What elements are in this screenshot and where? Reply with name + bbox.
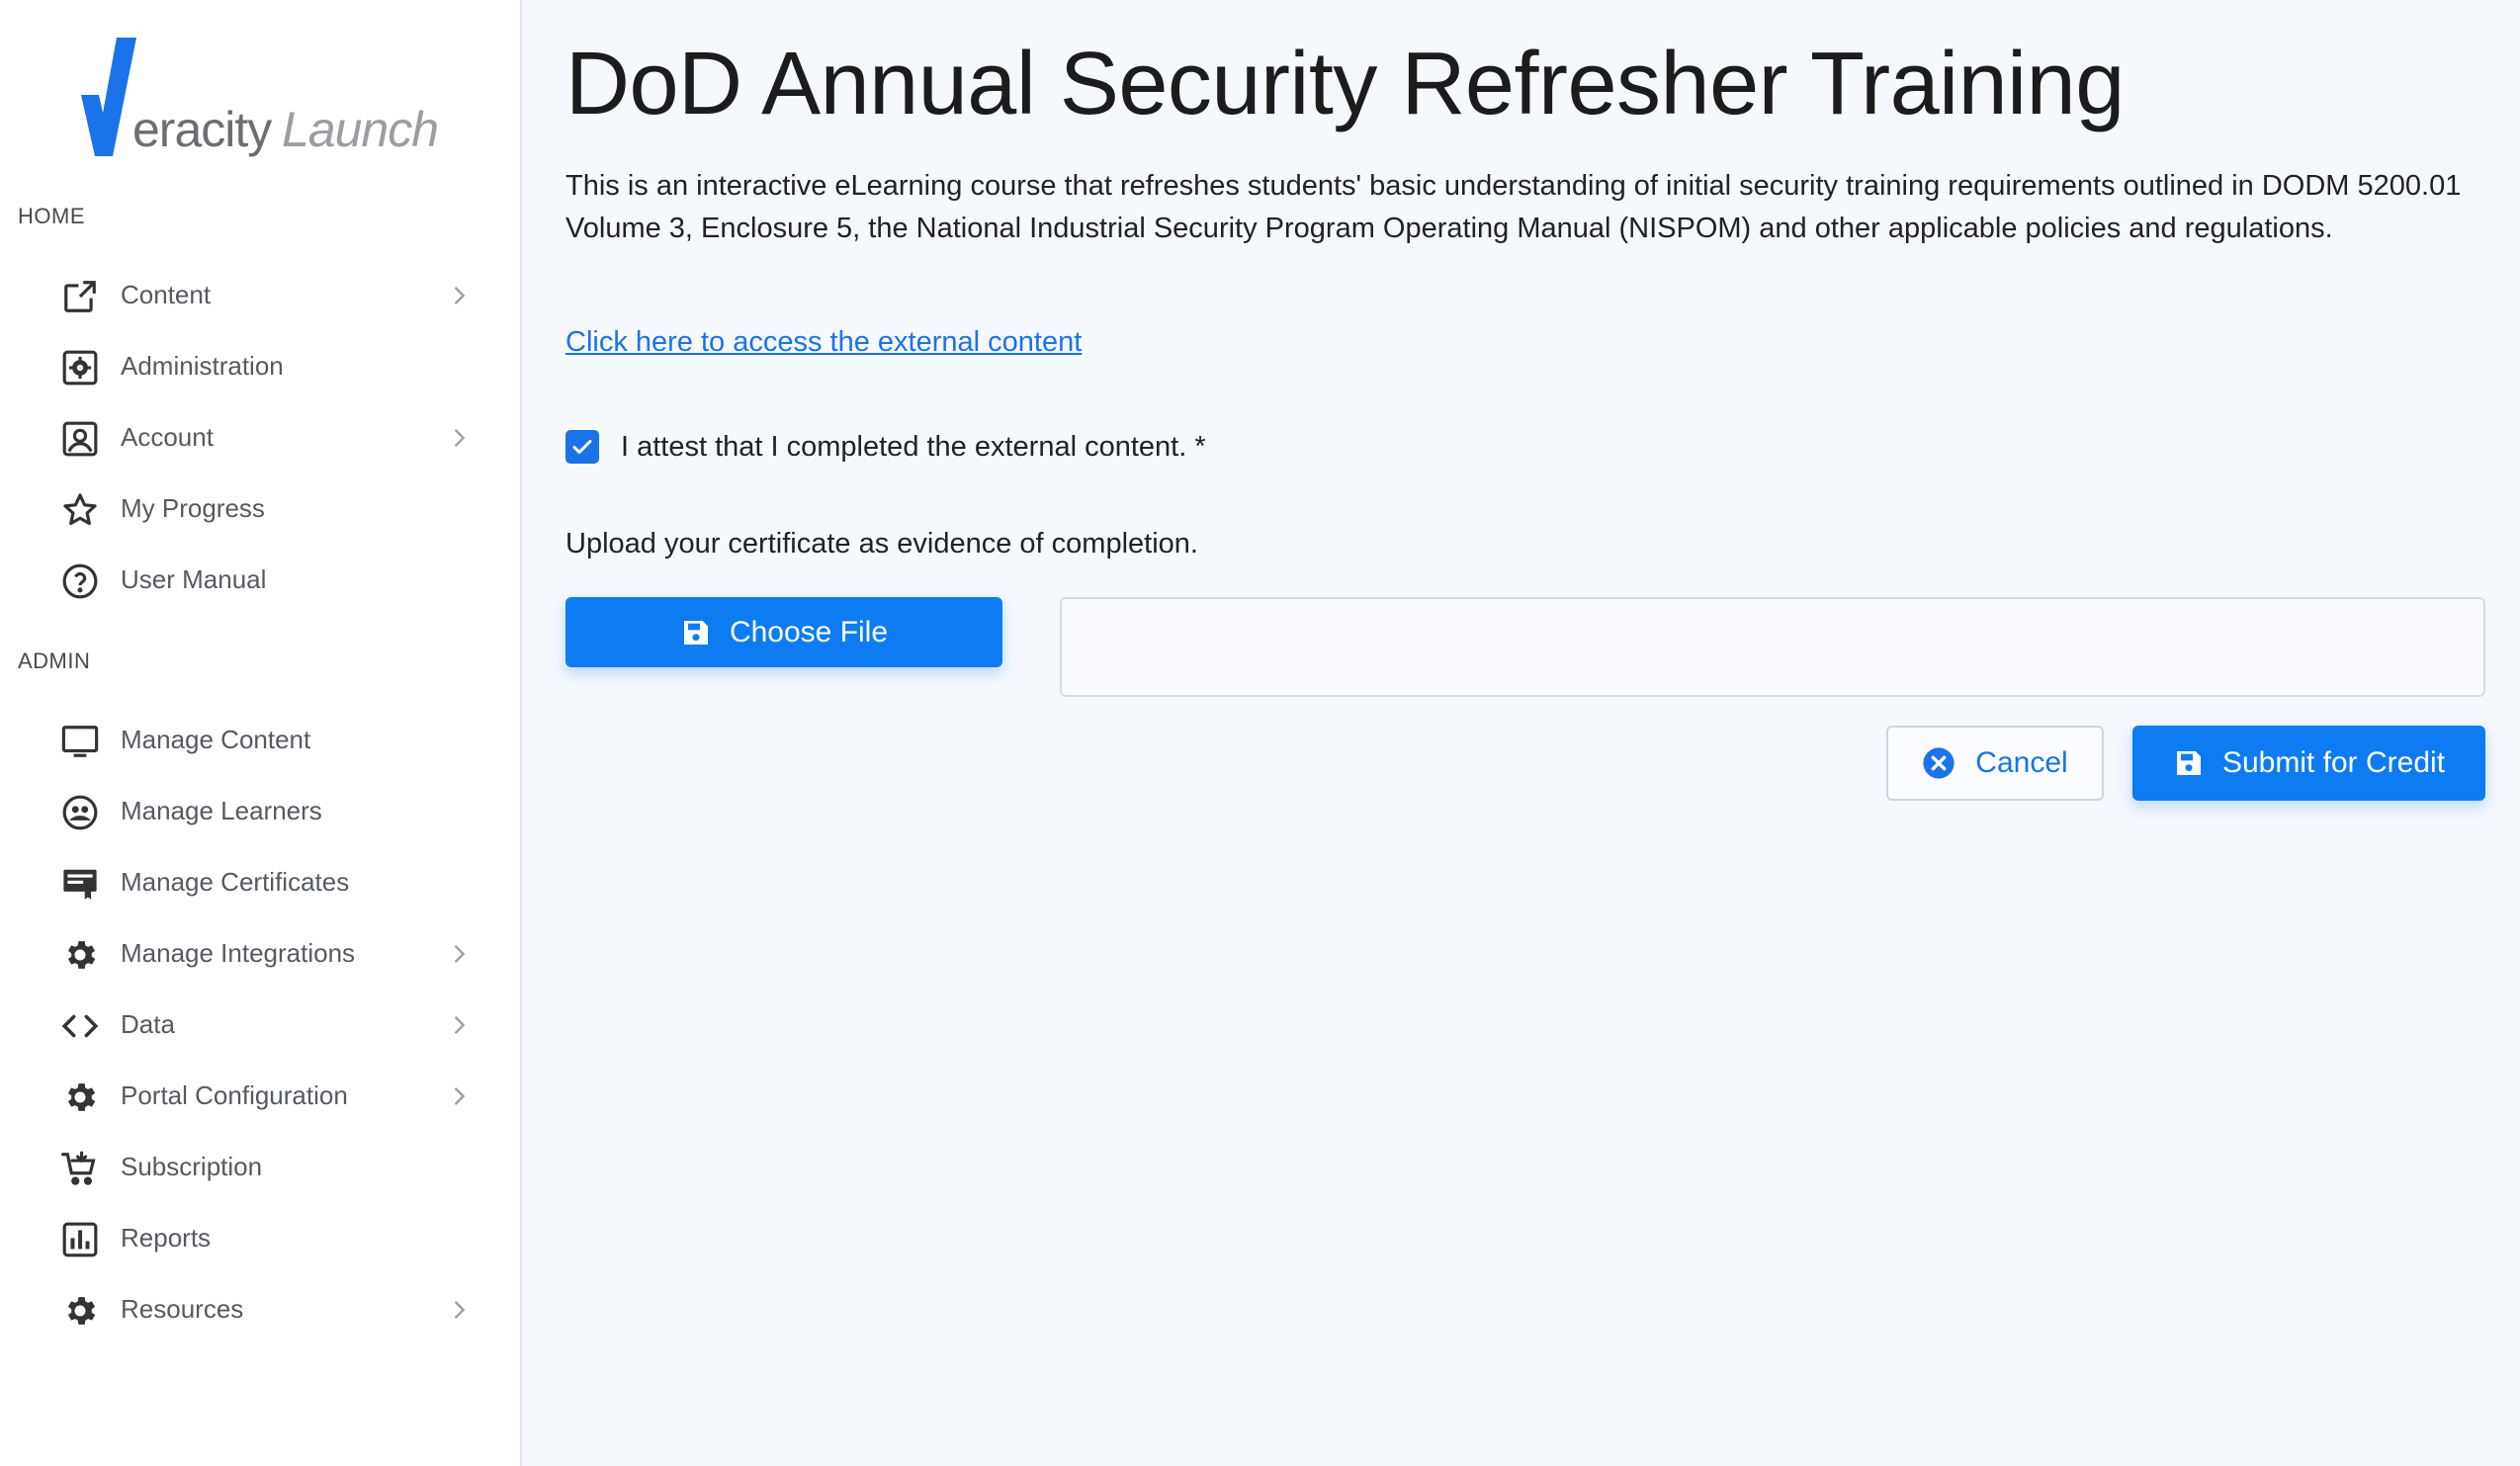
admin-gear-box-icon bbox=[61, 349, 99, 387]
selected-file-field[interactable] bbox=[1060, 597, 2485, 697]
cancel-button[interactable]: Cancel bbox=[1886, 726, 2104, 801]
sidebar-item-user-manual[interactable]: User Manual bbox=[0, 545, 520, 616]
cancel-circle-icon bbox=[1923, 747, 1955, 779]
sidebar-item-label: Portal Configuration bbox=[121, 1080, 348, 1110]
certificate-icon bbox=[61, 865, 99, 903]
submit-for-credit-button[interactable]: Submit for Credit bbox=[2132, 726, 2485, 801]
chevron-right-icon bbox=[454, 1301, 466, 1319]
course-description: This is an interactive eLearning course … bbox=[565, 170, 2462, 244]
sidebar-item-resources[interactable]: Resources bbox=[0, 1274, 520, 1345]
sidebar-item-label: Manage Integrations bbox=[121, 938, 356, 968]
sidebar-item-label: Administration bbox=[121, 351, 284, 381]
chevron-right-icon bbox=[454, 1087, 466, 1105]
chevron-right-icon bbox=[454, 945, 466, 963]
sidebar-item-label: Manage Certificates bbox=[121, 867, 350, 897]
upload-instructions: Upload your certificate as evidence of c… bbox=[565, 528, 1198, 560]
logo-text-eracity: eracity bbox=[132, 102, 272, 157]
cancel-label: Cancel bbox=[1975, 746, 2068, 779]
bar-chart-icon bbox=[61, 1221, 99, 1258]
sidebar-item-data[interactable]: Data bbox=[0, 990, 520, 1061]
logo-text-launch: Launch bbox=[282, 102, 439, 157]
gear-icon bbox=[61, 1292, 99, 1330]
sidebar-item-label: User Manual bbox=[121, 564, 267, 594]
choose-file-button[interactable]: Choose File bbox=[565, 597, 1002, 667]
sidebar-item-reports[interactable]: Reports bbox=[0, 1203, 520, 1274]
sidebar-item-manage-content[interactable]: Manage Content bbox=[0, 705, 520, 776]
save-disk-icon bbox=[2176, 751, 2201, 775]
sidebar-item-manage-integrations[interactable]: Manage Integrations bbox=[0, 918, 520, 990]
sidebar-item-label: Resources bbox=[121, 1294, 244, 1324]
choose-file-label: Choose File bbox=[729, 615, 889, 648]
external-link-icon bbox=[61, 278, 99, 315]
page-title: DoD Annual Security Refresher Training bbox=[565, 35, 2125, 133]
submit-label: Submit for Credit bbox=[2221, 746, 2446, 779]
monitor-icon bbox=[61, 723, 99, 760]
sidebar-item-administration[interactable]: Administration bbox=[0, 331, 520, 402]
admin-section-label: ADMIN bbox=[18, 648, 91, 673]
sidebar-item-label: Account bbox=[121, 422, 214, 452]
sidebar-item-account[interactable]: Account bbox=[0, 402, 520, 474]
sidebar-item-my-progress[interactable]: My Progress bbox=[0, 474, 520, 545]
sidebar-item-label: My Progress bbox=[121, 493, 265, 523]
chevron-right-icon bbox=[454, 429, 466, 447]
chevron-right-icon bbox=[454, 287, 466, 304]
account-portrait-icon bbox=[61, 420, 99, 458]
sidebar-item-manage-certificates[interactable]: Manage Certificates bbox=[0, 847, 520, 918]
sidebar-item-manage-learners[interactable]: Manage Learners bbox=[0, 776, 520, 847]
save-disk-icon bbox=[683, 620, 708, 645]
sidebar-item-label: Reports bbox=[121, 1223, 212, 1252]
star-icon bbox=[61, 491, 99, 529]
code-brackets-icon bbox=[61, 1007, 99, 1045]
sidebar-item-portal-configuration[interactable]: Portal Configuration bbox=[0, 1061, 520, 1132]
external-content-link[interactable]: Click here to access the external conten… bbox=[565, 326, 1082, 359]
sidebar-item-content[interactable]: Content bbox=[0, 260, 520, 331]
chevron-right-icon bbox=[454, 1016, 466, 1034]
attest-row: I attest that I completed the external c… bbox=[565, 427, 1206, 467]
help-circle-icon bbox=[61, 562, 99, 600]
sidebar-item-label: Subscription bbox=[121, 1152, 263, 1181]
sidebar-item-label: Data bbox=[121, 1009, 175, 1039]
cart-icon bbox=[61, 1150, 99, 1187]
learners-face-icon bbox=[61, 794, 99, 831]
home-section-label: HOME bbox=[18, 204, 85, 228]
main-content: DoD Annual Security Refresher Training T… bbox=[565, 0, 2485, 1466]
sidebar-item-subscription[interactable]: Subscription bbox=[0, 1132, 520, 1203]
attest-checkbox[interactable] bbox=[565, 430, 599, 464]
gear-icon bbox=[61, 1078, 99, 1116]
sidebar-item-label: Manage Content bbox=[121, 725, 311, 754]
veracity-launch-logo[interactable]: eracity Launch bbox=[77, 36, 443, 164]
gear-icon bbox=[61, 936, 99, 974]
checkmark-icon bbox=[572, 440, 592, 454]
sidebar-item-label: Manage Learners bbox=[121, 796, 322, 825]
sidebar: eracity Launch HOME Content Administrati… bbox=[0, 0, 522, 1466]
attest-label: I attest that I completed the external c… bbox=[621, 430, 1206, 463]
sidebar-item-label: Content bbox=[121, 280, 212, 309]
